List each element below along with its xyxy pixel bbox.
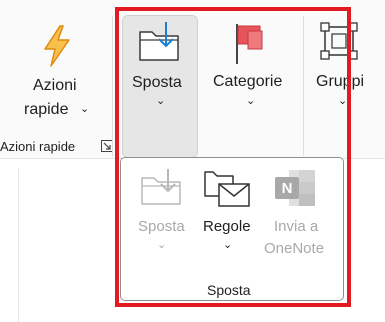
move-button[interactable]: Sposta ⌄ (122, 15, 198, 158)
move-label: Sposta (132, 74, 182, 91)
lightning-icon (44, 25, 70, 67)
popup-group-label: Sposta (207, 282, 251, 298)
chevron-down-icon: ⌄ (156, 95, 166, 107)
popup-send-onenote-label-2: OneNote (264, 240, 325, 257)
quick-actions-group-label: Azioni rapide (0, 139, 76, 154)
chevron-down-icon: ⌄ (338, 95, 348, 107)
flag-icon (236, 24, 263, 64)
chevron-down-icon: ⌄ (80, 103, 90, 115)
chevron-down-icon: ⌄ (246, 95, 256, 107)
rules-envelope-icon (204, 171, 250, 207)
groups-icon (320, 22, 358, 60)
group-separator (112, 16, 113, 156)
group-separator (303, 16, 304, 156)
groups-label: Gruppi (316, 73, 365, 90)
popup-send-onenote-label-1: Invia a (274, 218, 319, 235)
chevron-down-icon: ⌄ (223, 239, 233, 251)
popup-move-label: Sposta (138, 218, 185, 235)
pane-divider (18, 168, 19, 322)
svg-text:N: N (282, 180, 293, 197)
quick-actions-label-2: rapide (24, 101, 69, 118)
categories-label: Categorie (213, 73, 283, 90)
chevron-down-icon: ⌄ (157, 239, 167, 251)
move-to-folder-icon (141, 169, 181, 205)
quick-actions-label-1: Azioni (33, 77, 77, 94)
onenote-icon: N (275, 170, 315, 206)
popup-rules-label: Regole (203, 218, 251, 235)
move-to-folder-icon (139, 22, 179, 61)
